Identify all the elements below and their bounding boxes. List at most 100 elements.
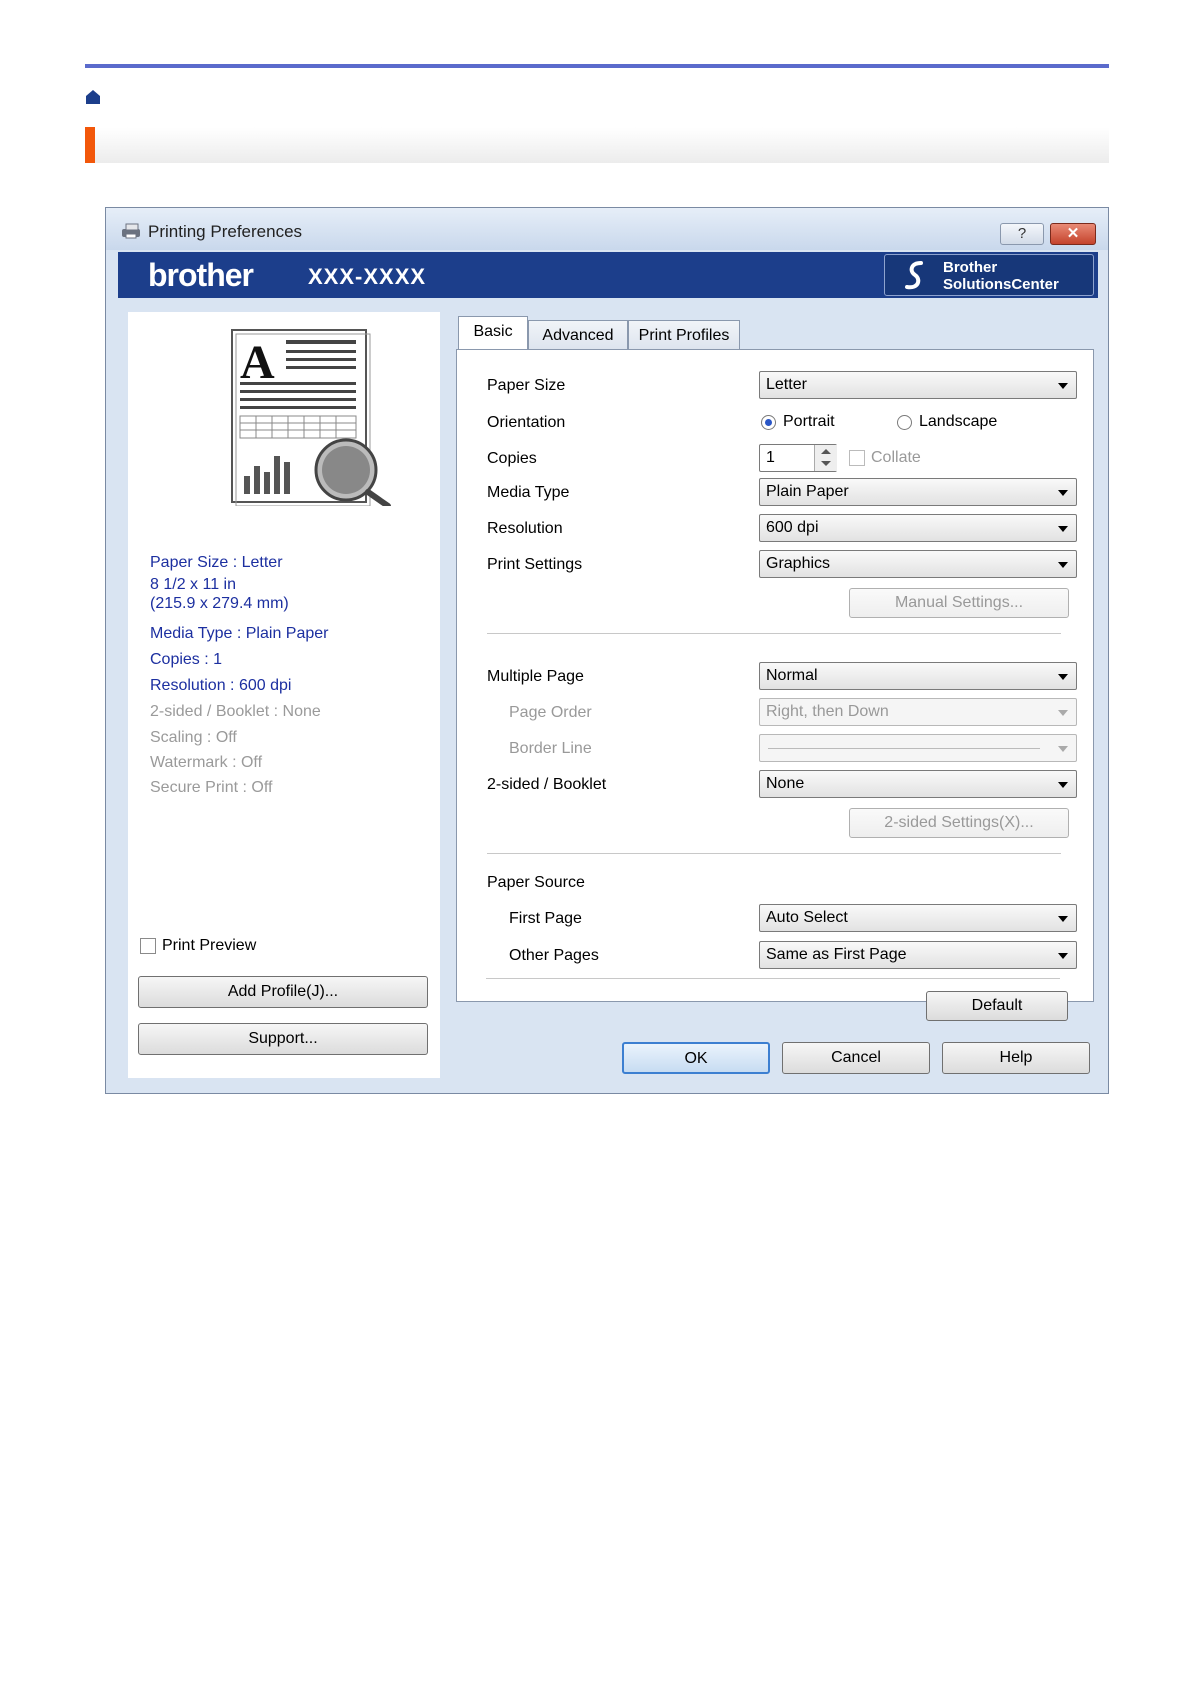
other-pages-dropdown[interactable]: Same as First Page	[759, 941, 1077, 969]
chevron-down-icon	[1058, 916, 1068, 922]
basic-tab-panel: Paper Size Letter Orientation Portrait L…	[456, 349, 1094, 1002]
chevron-down-icon	[1058, 746, 1068, 752]
summary-paper-size: Paper Size : Letter	[150, 554, 283, 571]
solutions-line1: Brother	[943, 259, 998, 276]
first-page-value: Auto Select	[766, 909, 848, 926]
landscape-label: Landscape	[919, 413, 998, 430]
two-sided-label: 2-sided / Booklet	[487, 776, 607, 793]
svg-text:A: A	[240, 336, 275, 389]
brand-banner: brother XXX-XXXX Brother SolutionsCenter	[118, 252, 1098, 298]
add-profile-button[interactable]: Add Profile(J)...	[138, 976, 428, 1008]
border-line-dropdown[interactable]	[759, 734, 1077, 762]
page-order-label: Page Order	[509, 704, 592, 721]
stepper-arrows-icon[interactable]	[814, 445, 837, 471]
media-type-label: Media Type	[487, 484, 570, 501]
page-order-value: Right, then Down	[766, 703, 889, 720]
copies-stepper[interactable]: 1	[759, 444, 837, 472]
resolution-dropdown[interactable]: 600 dpi	[759, 514, 1077, 542]
chevron-down-icon	[1058, 674, 1068, 680]
model-name: XXX-XXXX	[308, 264, 427, 289]
copies-label: Copies	[487, 450, 537, 467]
chevron-down-icon	[1058, 526, 1068, 532]
resolution-value: 600 dpi	[766, 519, 819, 536]
close-button[interactable]: ✕	[1050, 223, 1096, 245]
tab-print-profiles[interactable]: Print Profiles	[628, 320, 740, 350]
paper-size-dropdown[interactable]: Letter	[759, 371, 1077, 399]
solutions-line2: SolutionsCenter	[943, 276, 1059, 293]
chevron-down-icon	[1058, 383, 1068, 389]
chevron-down-icon	[1058, 782, 1068, 788]
multiple-page-value: Normal	[766, 667, 818, 684]
tab-basic[interactable]: Basic	[458, 316, 528, 349]
solutions-center-icon	[905, 261, 923, 290]
help-button[interactable]: Help	[942, 1042, 1090, 1074]
two-sided-value: None	[766, 775, 805, 792]
summary-resolution: Resolution : 600 dpi	[150, 677, 292, 694]
section-divider	[487, 633, 1061, 634]
print-settings-dropdown[interactable]: Graphics	[759, 550, 1077, 578]
resolution-label: Resolution	[487, 520, 563, 537]
multiple-page-label: Multiple Page	[487, 668, 584, 685]
section-divider	[486, 978, 1060, 979]
media-type-value: Plain Paper	[766, 483, 849, 500]
support-button[interactable]: Support...	[138, 1023, 428, 1055]
settings-summary-panel: A Paper Size : Letter 8 1/2 x 11 in (215…	[128, 312, 440, 1078]
two-sided-dropdown[interactable]: None	[759, 770, 1077, 798]
copies-value: 1	[766, 449, 775, 466]
first-page-label: First Page	[509, 910, 582, 927]
other-pages-value: Same as First Page	[766, 946, 907, 963]
multiple-page-dropdown[interactable]: Normal	[759, 662, 1077, 690]
media-type-dropdown[interactable]: Plain Paper	[759, 478, 1077, 506]
section-header-bar	[85, 127, 1109, 163]
summary-secure-print: Secure Print : Off	[150, 779, 273, 796]
home-icon[interactable]	[85, 89, 101, 105]
portrait-label: Portrait	[783, 413, 835, 430]
tab-advanced[interactable]: Advanced	[528, 320, 628, 350]
solutions-center-label: Brother SolutionsCenter	[943, 259, 1059, 293]
section-accent	[85, 127, 95, 163]
chevron-down-icon	[1058, 562, 1068, 568]
two-sided-settings-button[interactable]: 2-sided Settings(X)...	[849, 808, 1069, 838]
summary-two-sided: 2-sided / Booklet : None	[150, 703, 321, 720]
cancel-button[interactable]: Cancel	[782, 1042, 930, 1074]
paper-source-label: Paper Source	[487, 874, 585, 891]
summary-paper-dims-mm: (215.9 x 279.4 mm)	[150, 595, 289, 612]
orientation-label: Orientation	[487, 414, 566, 431]
manual-settings-button[interactable]: Manual Settings...	[849, 588, 1069, 618]
summary-paper-dims-in: 8 1/2 x 11 in	[150, 576, 236, 593]
tabs-area: Basic Advanced Print Profiles Paper Size…	[456, 316, 1094, 1004]
ok-button[interactable]: OK	[622, 1042, 770, 1074]
title-bar: Printing Preferences ? ✕	[106, 208, 1108, 250]
print-settings-label: Print Settings	[487, 556, 583, 573]
section-divider	[487, 853, 1061, 854]
chevron-down-icon	[1058, 490, 1068, 496]
summary-watermark: Watermark : Off	[150, 754, 263, 771]
printer-icon	[122, 223, 140, 239]
print-settings-value: Graphics	[766, 555, 831, 572]
landscape-radio[interactable]	[897, 415, 912, 430]
chevron-down-icon	[1058, 953, 1068, 959]
top-divider	[85, 64, 1109, 68]
default-button[interactable]: Default	[926, 991, 1068, 1021]
portrait-radio[interactable]	[761, 415, 776, 430]
brother-logo: brother	[148, 257, 254, 293]
summary-copies: Copies : 1	[150, 651, 223, 668]
page-preview-icon: A	[231, 329, 391, 506]
paper-size-label: Paper Size	[487, 377, 566, 394]
solutions-center-button[interactable]: Brother SolutionsCenter	[884, 254, 1094, 296]
help-title-button[interactable]: ?	[1000, 223, 1044, 245]
summary-scaling: Scaling : Off	[150, 729, 237, 746]
border-line-preview	[768, 748, 1040, 749]
collate-label: Collate	[871, 449, 921, 466]
collate-checkbox[interactable]	[849, 450, 865, 466]
other-pages-label: Other Pages	[509, 947, 599, 964]
paper-size-value: Letter	[766, 376, 807, 393]
chevron-down-icon	[1058, 710, 1068, 716]
window-title: Printing Preferences	[148, 222, 303, 241]
border-line-label: Border Line	[509, 740, 592, 757]
print-preview-checkbox[interactable]	[140, 938, 156, 954]
page-order-dropdown[interactable]: Right, then Down	[759, 698, 1077, 726]
first-page-dropdown[interactable]: Auto Select	[759, 904, 1077, 932]
printing-preferences-window: Printing Preferences ? ✕ brother XXX-XXX…	[105, 207, 1109, 1094]
summary-media-type: Media Type : Plain Paper	[150, 625, 329, 642]
